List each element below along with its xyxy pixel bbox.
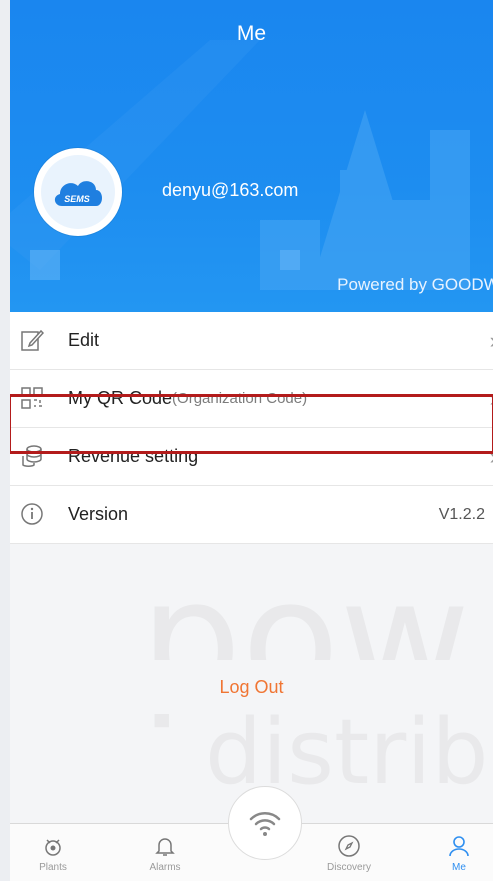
menu-item-label: Revenue setting [68,446,199,466]
info-icon [21,503,43,525]
svg-text:SEMS: SEMS [64,194,90,204]
wifi-config-button[interactable] [228,786,302,860]
user-icon [449,836,469,857]
cloud-icon: SEMS [54,181,102,206]
page-title: Me [236,22,267,45]
tab-alarms[interactable]: Alarms [130,824,200,881]
tab-label: Me [452,862,466,873]
tab-label: Alarms [149,862,181,873]
tab-plants[interactable]: Plants [18,824,88,881]
coins-icon [22,445,42,467]
plant-icon [45,839,61,856]
qr-code-label: My QR Code [68,388,173,408]
menu-item-label: Edit [68,330,100,350]
sems-logo: SEMS [41,155,115,229]
version-value: V1.2.2 [438,505,485,523]
edit-icon [21,329,44,351]
user-email: denyu@163.com [162,180,299,200]
settings-menu: Edit › My QR Code(Organization Code) › R… [10,312,493,544]
tab-discovery[interactable]: Discovery [314,824,384,881]
qr-code-icon [21,387,43,409]
menu-item-label: My QR Code (Organization Code) [68,370,307,427]
powered-by-text: Powered by GOODWE [337,275,493,294]
tab-label: Plants [39,862,67,873]
tab-label: Discovery [327,862,371,873]
menu-item-qr-code[interactable]: My QR Code(Organization Code) › [10,370,493,428]
wifi-icon [249,812,281,836]
logout-button[interactable]: Log Out [10,660,493,714]
tab-me[interactable]: Me [424,824,493,881]
bell-icon [155,838,175,856]
profile-header: Me SEMS denyu@163.com Powered by GOODWE [10,0,493,312]
menu-item-version[interactable]: Version V1.2.2 [10,486,493,544]
menu-item-edit[interactable]: Edit › [10,312,493,370]
compass-icon [338,835,360,857]
avatar[interactable]: SEMS [34,148,122,236]
menu-item-revenue-setting[interactable]: Revenue setting › [10,428,493,486]
app-screen: Me SEMS denyu@163.com Powered by GOODWE … [10,0,493,881]
qr-code-sublabel: (Organization Code) [172,390,308,407]
menu-item-label: Version [68,504,129,524]
